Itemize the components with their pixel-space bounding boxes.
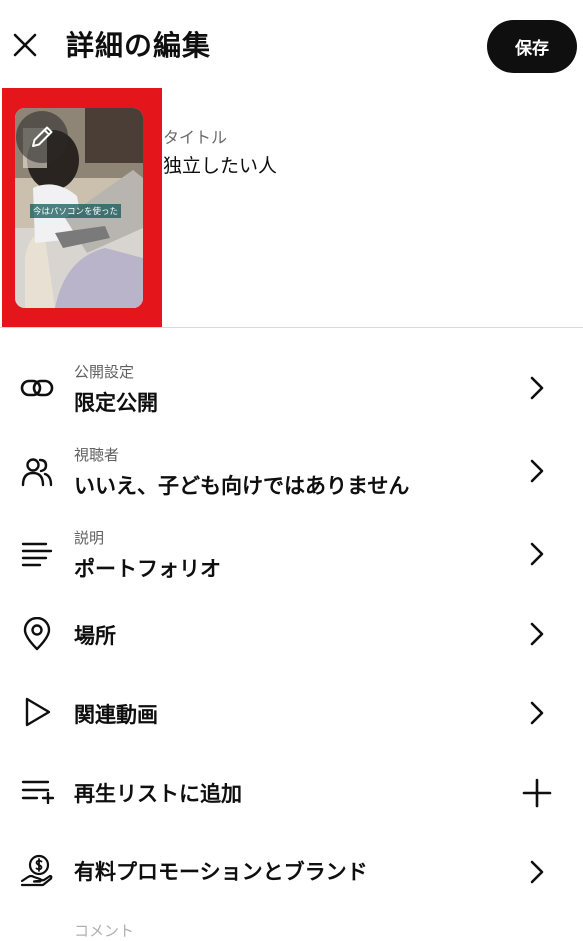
- promotion-dollar-icon: [20, 854, 53, 887]
- pencil-icon: [32, 126, 53, 147]
- divider: [0, 327, 583, 328]
- page-title: 詳細の編集: [66, 29, 212, 62]
- setting-sublabel: 公開設定: [74, 363, 135, 381]
- setting-related-video[interactable]: 関連動画: [0, 678, 583, 746]
- title-input[interactable]: 独立したい人: [163, 151, 277, 178]
- chevron-right-icon: [530, 542, 544, 566]
- setting-description[interactable]: 説明 ポートフォリオ: [0, 518, 583, 594]
- setting-location[interactable]: 場所: [0, 600, 583, 668]
- chevron-right-icon: [530, 622, 544, 646]
- setting-label: 有料プロモーションとブランド: [74, 860, 368, 884]
- save-button[interactable]: 保存: [487, 20, 577, 73]
- play-icon: [25, 697, 51, 727]
- setting-value: 限定公開: [74, 391, 158, 415]
- plus-icon[interactable]: [521, 777, 553, 809]
- setting-label: 場所: [74, 624, 116, 648]
- setting-visibility[interactable]: 公開設定 限定公開: [0, 352, 583, 428]
- setting-paid-promotion[interactable]: 有料プロモーションとブランド: [0, 836, 583, 906]
- thumbnail-caption: 今はパソコンを使った: [30, 204, 122, 218]
- chevron-right-icon: [530, 376, 544, 400]
- close-icon: [13, 33, 37, 57]
- video-thumbnail[interactable]: 今はパソコンを使った: [15, 108, 143, 308]
- chevron-right-icon: [530, 860, 544, 884]
- chevron-right-icon: [530, 459, 544, 483]
- title-label: タイトル: [163, 128, 228, 147]
- description-icon: [21, 542, 53, 567]
- setting-add-to-playlist[interactable]: 再生リストに追加: [0, 756, 583, 826]
- chevron-right-icon: [530, 701, 544, 725]
- setting-audience[interactable]: 視聴者 いいえ、子ども向けではありません: [0, 435, 583, 511]
- setting-sublabel: 説明: [74, 529, 105, 547]
- edit-thumbnail-button[interactable]: [16, 111, 68, 163]
- location-pin-icon: [23, 617, 51, 651]
- setting-sublabel: 視聴者: [74, 446, 120, 464]
- playlist-add-icon: [21, 780, 54, 805]
- setting-label: 再生リストに追加: [74, 782, 242, 806]
- header: 詳細の編集 保存: [0, 0, 583, 92]
- link-icon: [20, 379, 54, 397]
- thumbnail-highlight: 今はパソコンを使った: [2, 88, 162, 328]
- setting-value: ポートフォリオ: [74, 557, 221, 581]
- setting-value: いいえ、子ども向けではありません: [74, 474, 410, 498]
- setting-label: 関連動画: [74, 703, 158, 727]
- close-button[interactable]: [10, 30, 40, 60]
- people-icon: [21, 458, 53, 487]
